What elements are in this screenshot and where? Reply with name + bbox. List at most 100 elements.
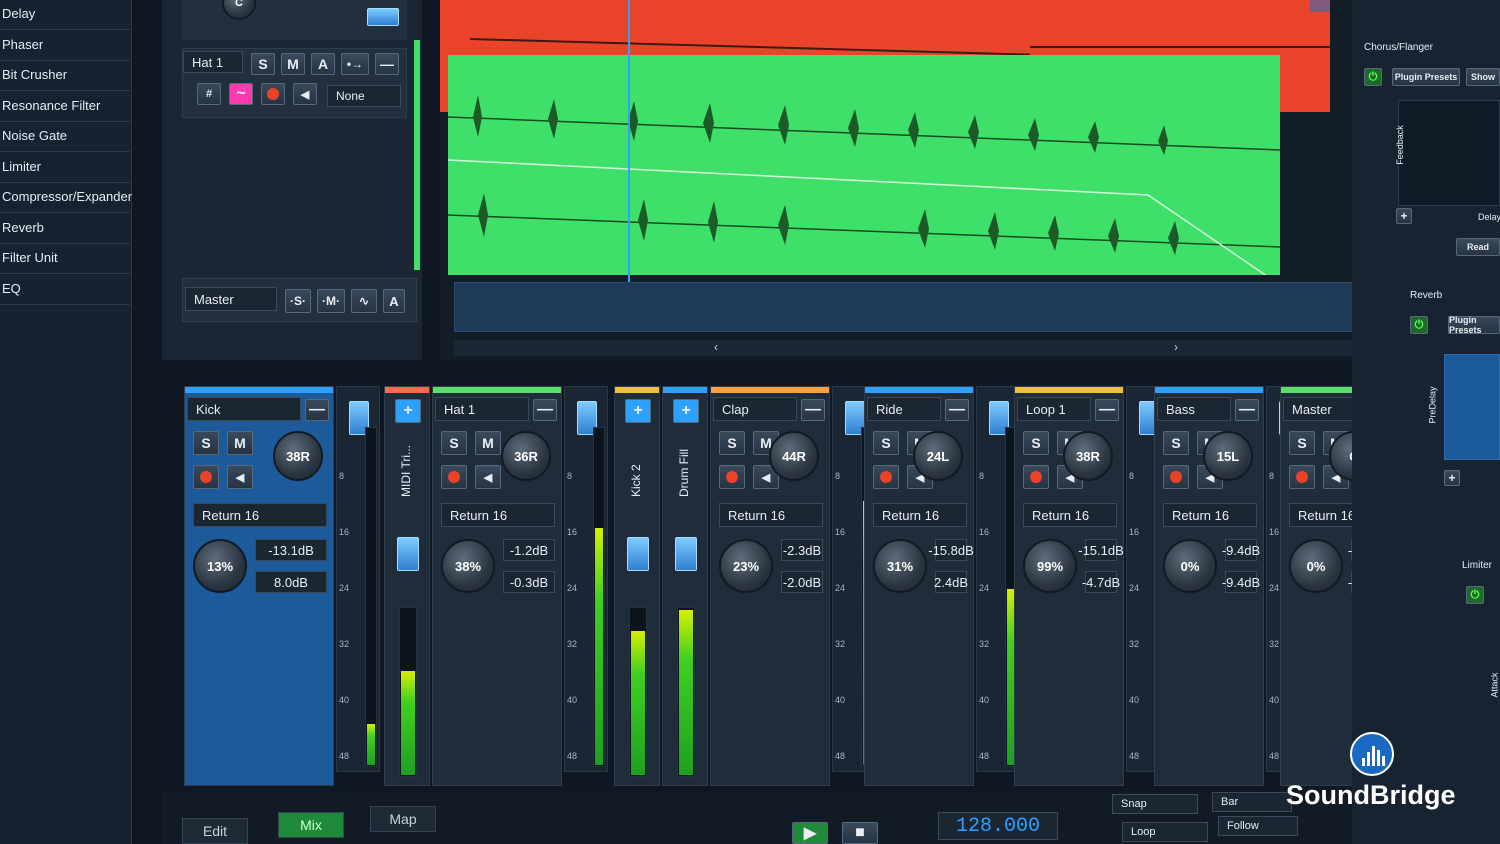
presets-button[interactable]: Plugin Presets xyxy=(1392,68,1460,86)
collapse-button[interactable]: — xyxy=(1235,399,1259,421)
horizontal-scrollbar[interactable]: ‹ › xyxy=(454,340,1374,356)
collapse-button[interactable]: — xyxy=(801,399,825,421)
delay-graph[interactable] xyxy=(1398,100,1500,206)
send-return-select[interactable]: Return 16 xyxy=(1163,503,1257,527)
solo-button[interactable]: S xyxy=(1289,431,1315,455)
expand-left-icon[interactable] xyxy=(162,238,168,258)
pan-knob[interactable]: 38R xyxy=(1063,431,1113,481)
pan-knob[interactable]: C xyxy=(222,0,256,20)
peak-db[interactable]: -9.4dB xyxy=(1222,571,1260,593)
pan-knob[interactable]: 36R xyxy=(501,431,551,481)
loop-toggle[interactable]: Loop xyxy=(1122,822,1208,842)
add-icon[interactable]: + xyxy=(1396,208,1412,224)
show-button[interactable]: Show xyxy=(1466,68,1500,86)
routing-button[interactable]: •→ xyxy=(341,53,369,75)
effect-list-item[interactable]: Resonance Filter xyxy=(0,94,130,122)
collapse-button[interactable]: — xyxy=(375,53,399,75)
solo-button[interactable]: S xyxy=(441,431,467,455)
track-name[interactable]: Master xyxy=(185,287,277,311)
scroll-left-icon[interactable]: ‹ xyxy=(714,340,718,354)
record-button[interactable] xyxy=(719,465,745,489)
record-button[interactable] xyxy=(873,465,899,489)
peak-db[interactable]: -0.3dB xyxy=(503,571,555,593)
effect-list-item[interactable]: Phaser xyxy=(0,33,130,61)
tab-mix[interactable]: Mix xyxy=(278,812,344,838)
effect-list-item[interactable]: Compressor/Expander xyxy=(0,185,132,213)
reverb-graph[interactable] xyxy=(1444,354,1500,460)
record-button[interactable] xyxy=(193,465,219,489)
speaker-icon[interactable]: ◀ xyxy=(475,465,501,489)
effect-list-item[interactable]: Filter Unit xyxy=(0,246,130,274)
channel-name[interactable]: Master xyxy=(1283,397,1357,421)
play-button[interactable]: ▶ xyxy=(792,822,828,844)
send-knob[interactable]: 0% xyxy=(1289,539,1343,593)
channel-name[interactable]: Bass xyxy=(1157,397,1231,421)
solo-button[interactable]: S xyxy=(193,431,219,455)
scroll-right-icon[interactable]: › xyxy=(1174,340,1178,354)
mute-button[interactable]: M xyxy=(475,431,501,455)
fader-handle[interactable] xyxy=(627,537,649,571)
channel-name[interactable]: Clap xyxy=(713,397,797,421)
send-knob[interactable]: 0% xyxy=(1163,539,1217,593)
effect-list-item[interactable]: Limiter xyxy=(0,155,130,183)
speaker-icon[interactable]: ◀ xyxy=(293,83,317,105)
stop-button[interactable]: ■ xyxy=(842,822,878,844)
solo-button[interactable]: S xyxy=(719,431,745,455)
volume-db[interactable]: -1.2dB xyxy=(503,539,555,561)
collapse-button[interactable]: — xyxy=(305,399,329,421)
volume-db[interactable]: -13.1dB xyxy=(255,539,327,561)
effect-list-item[interactable]: Bit Crusher xyxy=(0,63,130,91)
playhead[interactable] xyxy=(628,0,630,330)
collapse-button[interactable]: — xyxy=(945,399,969,421)
add-icon[interactable]: + xyxy=(625,399,651,423)
send-knob[interactable]: 13% xyxy=(193,539,247,593)
collapse-button[interactable]: — xyxy=(1095,399,1119,421)
routing-select[interactable]: None xyxy=(327,85,401,107)
mute-button[interactable]: M xyxy=(281,53,305,75)
channel-name[interactable]: Ride xyxy=(867,397,941,421)
bar-select[interactable]: Bar xyxy=(1212,792,1292,812)
record-button[interactable] xyxy=(261,83,285,105)
pan-knob[interactable]: 15L xyxy=(1203,431,1253,481)
track-name[interactable]: Hat 1 xyxy=(183,51,243,73)
peak-db[interactable]: 8.0dB xyxy=(255,571,327,593)
collapse-button[interactable]: — xyxy=(533,399,557,421)
send-return-select[interactable]: Return 16 xyxy=(719,503,823,527)
send-knob[interactable]: 99% xyxy=(1023,539,1077,593)
mute-button[interactable]: M xyxy=(227,431,253,455)
fader-handle[interactable] xyxy=(397,537,419,571)
volume-db[interactable]: -2.3dB xyxy=(781,539,823,561)
grid-icon[interactable]: # xyxy=(197,83,221,105)
clip-green[interactable] xyxy=(448,55,1280,275)
mute-button[interactable]: ·M· xyxy=(317,289,345,313)
effect-list-item[interactable]: Noise Gate xyxy=(0,124,130,152)
effect-list-item[interactable]: EQ xyxy=(0,277,130,305)
channel-name[interactable]: Hat 1 xyxy=(435,397,529,421)
send-knob[interactable]: 23% xyxy=(719,539,773,593)
power-icon[interactable]: ⏻ xyxy=(1466,586,1484,604)
pan-knob[interactable]: 44R xyxy=(769,431,819,481)
read-button[interactable]: Read xyxy=(1456,238,1500,256)
power-icon[interactable]: ⏻ xyxy=(1364,68,1382,86)
pan-knob[interactable]: 38R xyxy=(273,431,323,481)
send-return-select[interactable]: Return 16 xyxy=(1023,503,1117,527)
channel-name[interactable]: Loop 1 xyxy=(1017,397,1091,421)
presets-button[interactable]: Plugin Presets xyxy=(1448,315,1500,335)
send-return-select[interactable]: Return 16 xyxy=(193,503,327,527)
add-icon[interactable]: + xyxy=(1444,470,1460,486)
record-button[interactable] xyxy=(1289,465,1315,489)
snap-toggle[interactable]: Snap xyxy=(1112,794,1198,814)
fader-handle[interactable] xyxy=(675,537,697,571)
peak-db[interactable]: 2.4dB xyxy=(934,571,968,593)
effect-list-item[interactable]: Delay xyxy=(0,2,130,30)
solo-button[interactable]: ·S· xyxy=(285,289,311,313)
record-button[interactable] xyxy=(1023,465,1049,489)
send-return-select[interactable]: Return 16 xyxy=(873,503,967,527)
volume-db[interactable]: -15.8dB xyxy=(928,539,974,561)
solo-button[interactable]: S xyxy=(1163,431,1189,455)
send-knob[interactable]: 31% xyxy=(873,539,927,593)
volume-db[interactable]: -15.1dB xyxy=(1078,539,1124,561)
channel-name[interactable]: Kick xyxy=(187,397,301,421)
add-icon[interactable]: + xyxy=(673,399,699,423)
follow-toggle[interactable]: Follow xyxy=(1218,816,1298,836)
